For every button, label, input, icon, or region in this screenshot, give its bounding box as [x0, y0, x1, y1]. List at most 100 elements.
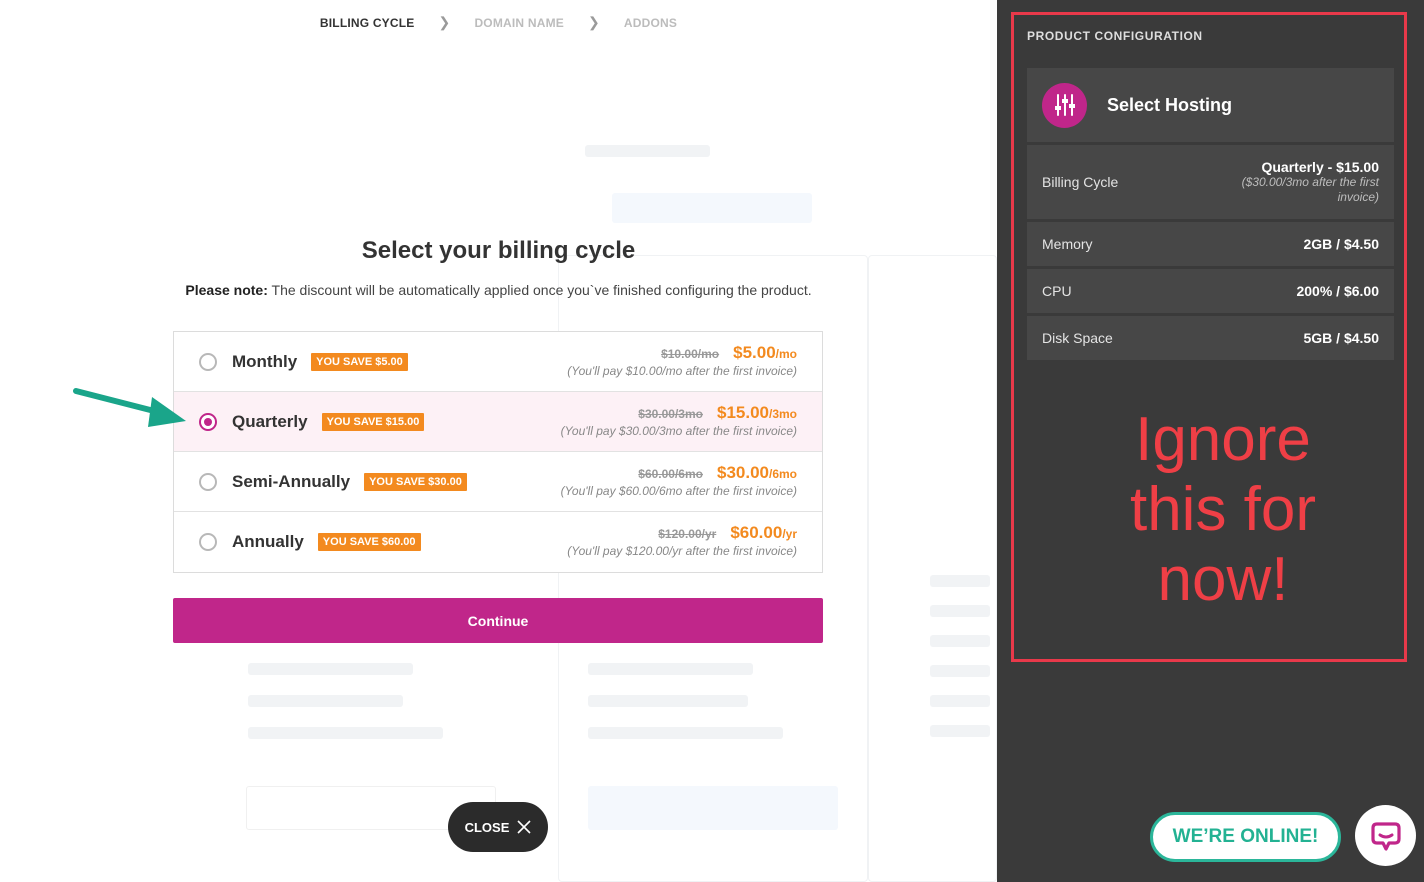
price-unit: /yr	[782, 527, 797, 541]
new-price-amount: $30.00	[716, 463, 769, 482]
ghost-button	[588, 786, 838, 830]
billing-option-monthly[interactable]: Monthly YOU SAVE $5.00 $10.00/mo $5.00/m…	[174, 332, 822, 392]
ghost-line	[248, 663, 413, 675]
summary-label: Disk Space	[1042, 330, 1113, 346]
close-label: CLOSE	[464, 819, 510, 835]
price-group: $10.00/mo $5.00/mo	[661, 343, 797, 363]
billing-options: Monthly YOU SAVE $5.00 $10.00/mo $5.00/m…	[173, 331, 823, 573]
price-group: $120.00/yr $60.00/yr	[658, 523, 797, 543]
new-price-amount: $60.00	[730, 523, 783, 542]
price-unit: /6mo	[768, 467, 797, 481]
ghost-line	[930, 665, 990, 677]
radio-button[interactable]	[199, 473, 217, 491]
ghost-card	[868, 255, 997, 882]
online-chat-badge[interactable]: WE’RE ONLINE!	[1150, 812, 1341, 862]
close-icon	[517, 820, 531, 834]
old-price: $120.00/yr	[658, 527, 717, 541]
radio-button[interactable]	[199, 533, 217, 551]
config-summary: Billing Cycle Quarterly - $15.00 ($30.00…	[1027, 145, 1394, 363]
savings-badge: YOU SAVE $5.00	[311, 353, 408, 371]
ghost-line	[248, 695, 403, 707]
summary-row-billing-cycle: Billing Cycle Quarterly - $15.00 ($30.00…	[1027, 145, 1394, 219]
sidebar-title: PRODUCT CONFIGURATION	[1027, 29, 1203, 43]
ghost-line	[930, 635, 990, 647]
ghost-line	[930, 605, 990, 617]
option-name: Semi-Annually	[232, 472, 351, 491]
ghost-line	[930, 725, 990, 737]
ghost-line	[585, 145, 710, 157]
billing-option-semi-annually[interactable]: Semi-Annually YOU SAVE $30.00 $60.00/6mo…	[174, 452, 822, 512]
step-breadcrumb: BILLING CYCLE ❯ DOMAIN NAME ❯ ADDONS	[0, 14, 997, 31]
old-price: $30.00/3mo	[638, 407, 703, 421]
summary-value: 5GB / $4.50	[1303, 330, 1380, 346]
summary-row-disk-space: Disk Space 5GB / $4.50	[1027, 316, 1394, 360]
renewal-note: (You'll pay $120.00/yr after the first i…	[567, 544, 797, 558]
price-group: $30.00/3mo $15.00/3mo	[638, 403, 797, 423]
chat-button[interactable]	[1355, 805, 1416, 866]
chat-bubble-icon	[1370, 821, 1401, 851]
ghost-line	[588, 727, 783, 739]
savings-badge: YOU SAVE $15.00	[321, 413, 425, 431]
page-title: Select your billing cycle	[361, 237, 636, 264]
annotation-line: this for	[1129, 475, 1317, 544]
billing-option-quarterly[interactable]: Quarterly YOU SAVE $15.00 $30.00/3mo $15…	[174, 392, 822, 452]
renewal-note: (You'll pay $60.00/6mo after the first i…	[560, 484, 797, 498]
summary-value: 2GB / $4.50	[1303, 236, 1380, 252]
option-name: Annually	[232, 532, 304, 551]
chevron-right-icon: ❯	[587, 14, 600, 30]
summary-row-cpu: CPU 200% / $6.00	[1027, 269, 1394, 313]
option-name: Quarterly	[232, 412, 308, 431]
summary-label: CPU	[1042, 283, 1072, 299]
ghost-line	[248, 727, 443, 739]
radio-button[interactable]	[199, 353, 217, 371]
ghost-line	[588, 695, 748, 707]
ghost-line	[588, 663, 753, 675]
savings-badge: YOU SAVE $30.00	[364, 473, 467, 491]
annotation-line: Ignore	[1135, 405, 1311, 474]
option-label-group: Annually YOU SAVE $60.00	[232, 532, 421, 552]
option-label-group: Semi-Annually YOU SAVE $30.00	[232, 472, 467, 492]
summary-label: Billing Cycle	[1042, 174, 1119, 190]
summary-value-main: Quarterly - $15.00	[1261, 159, 1379, 175]
annotation-arrow-icon	[73, 388, 186, 427]
old-price: $60.00/6mo	[638, 467, 703, 481]
sliders-icon	[1042, 82, 1087, 128]
hosting-card-header: Select Hosting	[1027, 68, 1394, 142]
new-price: $60.00/yr	[730, 523, 797, 543]
ghost-line	[930, 695, 990, 707]
new-price: $15.00/3mo	[717, 403, 797, 423]
step-addons[interactable]: ADDONS	[600, 16, 701, 30]
summary-row-memory: Memory 2GB / $4.50	[1027, 222, 1394, 266]
option-label-group: Quarterly YOU SAVE $15.00	[232, 412, 425, 432]
step-billing-cycle[interactable]: BILLING CYCLE	[296, 16, 439, 30]
price-unit: /mo	[775, 347, 797, 361]
summary-label: Memory	[1042, 236, 1093, 252]
new-price-amount: $5.00	[733, 343, 776, 362]
option-name: Monthly	[232, 352, 298, 371]
chevron-right-icon: ❯	[438, 14, 451, 30]
radio-button[interactable]	[199, 413, 217, 431]
renewal-note: (You'll pay $30.00/3mo after the first i…	[560, 424, 797, 438]
note-text: The discount will be automatically appli…	[271, 282, 812, 298]
note-label: Please note:	[185, 282, 268, 298]
option-label-group: Monthly YOU SAVE $5.00	[232, 352, 408, 372]
summary-value: Quarterly - $15.00 ($30.00/3mo after the…	[1219, 159, 1379, 205]
hosting-card-title: Select Hosting	[1107, 94, 1233, 115]
billing-option-annually[interactable]: Annually YOU SAVE $60.00 $120.00/yr $60.…	[174, 512, 822, 572]
ghost-button	[612, 193, 812, 223]
new-price: $30.00/6mo	[717, 463, 797, 483]
ghost-line	[930, 575, 990, 587]
summary-value-sub: ($30.00/3mo after the first invoice)	[1241, 175, 1379, 204]
new-price-amount: $15.00	[716, 403, 769, 422]
step-domain-name[interactable]: DOMAIN NAME	[450, 16, 588, 30]
renewal-note: (You'll pay $10.00/mo after the first in…	[567, 364, 797, 378]
annotation-text: Ignore this for now!	[1011, 405, 1424, 615]
savings-badge: YOU SAVE $60.00	[317, 533, 421, 551]
old-price: $10.00/mo	[661, 347, 720, 361]
annotation-line: now!	[1157, 545, 1289, 614]
close-button[interactable]: CLOSE	[448, 802, 548, 852]
new-price: $5.00/mo	[733, 343, 797, 363]
continue-button[interactable]: Continue	[173, 598, 823, 643]
discount-note: Please note: The discount will be automa…	[0, 282, 997, 298]
price-group: $60.00/6mo $30.00/6mo	[638, 463, 797, 483]
